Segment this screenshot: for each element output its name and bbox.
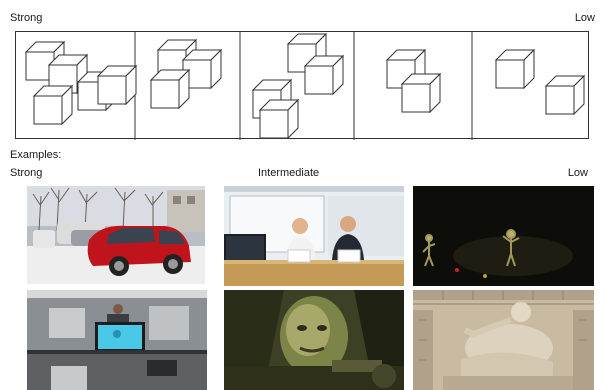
cube-panel-4 xyxy=(385,48,442,114)
example-image-dark-scene-figures xyxy=(413,186,594,286)
example-image-parked-cars xyxy=(27,186,205,284)
cube-icon xyxy=(149,68,191,110)
examples-heading: Examples: xyxy=(10,149,62,161)
cube-panels-drawing xyxy=(24,32,586,140)
cube-icon xyxy=(32,84,74,126)
example-image-office-monitor xyxy=(27,290,207,390)
cube-panel-1 xyxy=(24,40,138,126)
cube-icon xyxy=(544,74,586,116)
statue-photo xyxy=(413,290,594,390)
cube-icon xyxy=(400,72,442,114)
cube-panel-2 xyxy=(149,38,223,110)
cube-icon xyxy=(96,64,138,106)
dark-scene-photo xyxy=(413,186,594,286)
presenters-photo xyxy=(224,186,404,286)
game-character-photo xyxy=(224,290,404,390)
examples-label-intermediate: Intermediate xyxy=(258,167,320,179)
cube-panel-3 xyxy=(251,32,345,140)
cube-icon xyxy=(303,54,345,96)
office-photo xyxy=(27,290,207,390)
cube-illustration-strip xyxy=(15,31,589,140)
examples-label-low: Low xyxy=(567,167,588,179)
scale-label-strong: Strong xyxy=(10,12,43,24)
example-image-two-presenters xyxy=(224,186,404,286)
parked-cars-photo xyxy=(27,186,205,284)
examples-label-strong: Strong xyxy=(10,167,43,179)
example-image-game-character xyxy=(224,290,404,390)
cube-icon xyxy=(494,48,536,90)
cube-icon xyxy=(258,98,300,140)
example-image-statue xyxy=(413,290,594,390)
cube-panel-5 xyxy=(494,48,586,116)
scale-label-low: Low xyxy=(574,12,595,24)
